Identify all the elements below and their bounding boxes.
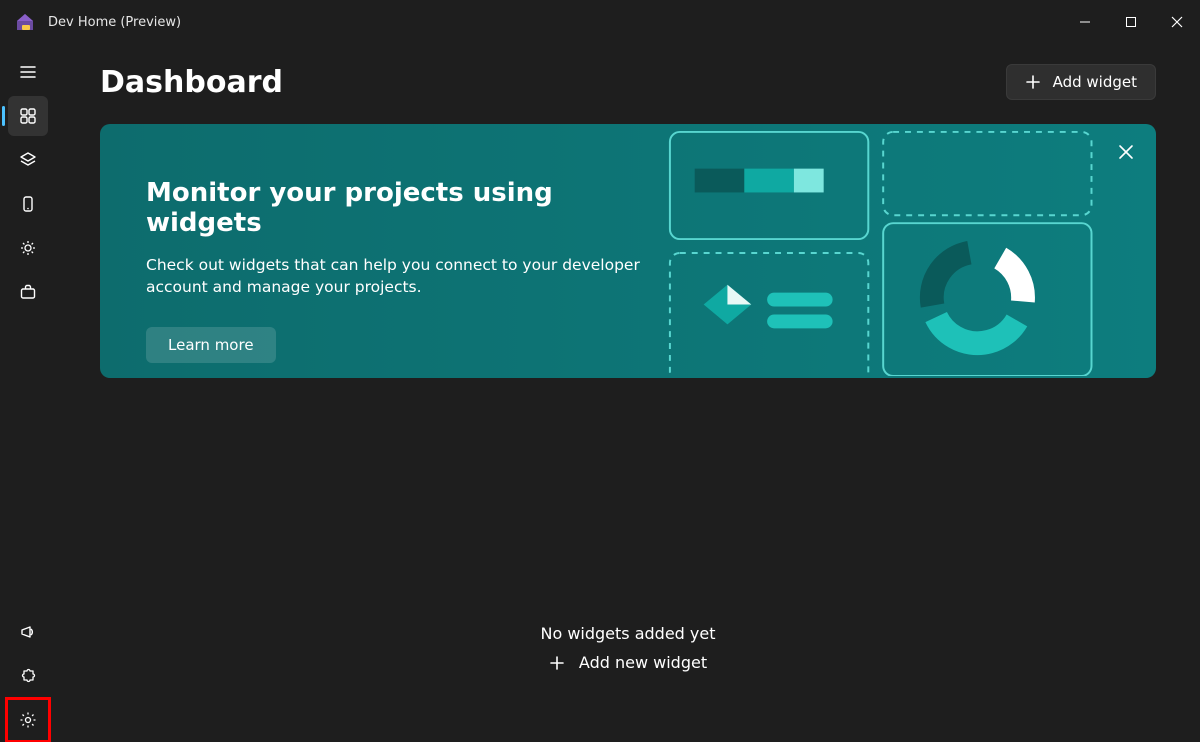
empty-state-message: No widgets added yet [56,624,1200,643]
sidebar-item-device[interactable] [8,184,48,224]
plus-icon [549,655,565,671]
window-title: Dev Home (Preview) [48,15,181,30]
main-content: Dashboard Add widget Monitor your projec… [56,44,1200,742]
titlebar: Dev Home (Preview) [0,0,1200,44]
sidebar-item-feedback[interactable] [8,612,48,652]
add-new-widget-label: Add new widget [579,653,707,672]
banner-close-button[interactable] [1118,144,1134,160]
page-title: Dashboard [100,65,283,100]
maximize-button[interactable] [1108,0,1154,44]
settings-icon [19,711,37,729]
sidebar-item-stack[interactable] [8,140,48,180]
close-button[interactable] [1154,0,1200,44]
briefcase-icon [19,283,37,301]
megaphone-icon [19,623,37,641]
close-icon [1118,144,1134,160]
add-new-widget-button[interactable]: Add new widget [549,653,707,672]
banner-subtitle: Check out widgets that can help you conn… [146,254,656,299]
gear-small-icon [19,239,37,257]
sidebar-item-utilities[interactable] [8,228,48,268]
app-logo-icon [14,11,36,33]
learn-more-button[interactable]: Learn more [146,327,276,363]
widgets-banner: Monitor your projects using widgets Chec… [100,124,1156,378]
sidebar-item-dashboard[interactable] [8,96,48,136]
sidebar-item-settings[interactable] [8,700,48,740]
sidebar-item-toolbox[interactable] [8,272,48,312]
add-widget-button[interactable]: Add widget [1006,64,1156,100]
sidebar [0,44,56,742]
minimize-button[interactable] [1062,0,1108,44]
device-icon [19,195,37,213]
hamburger-menu-button[interactable] [8,52,48,92]
banner-illustration [660,124,1156,378]
dashboard-icon [19,107,37,125]
add-widget-label: Add widget [1053,73,1137,91]
puzzle-icon [19,667,37,685]
banner-title: Monitor your projects using widgets [146,178,660,238]
empty-state: No widgets added yet Add new widget [56,624,1200,675]
menu-icon [19,63,37,81]
layers-icon [19,151,37,169]
plus-icon [1025,74,1041,90]
sidebar-item-extensions[interactable] [8,656,48,696]
